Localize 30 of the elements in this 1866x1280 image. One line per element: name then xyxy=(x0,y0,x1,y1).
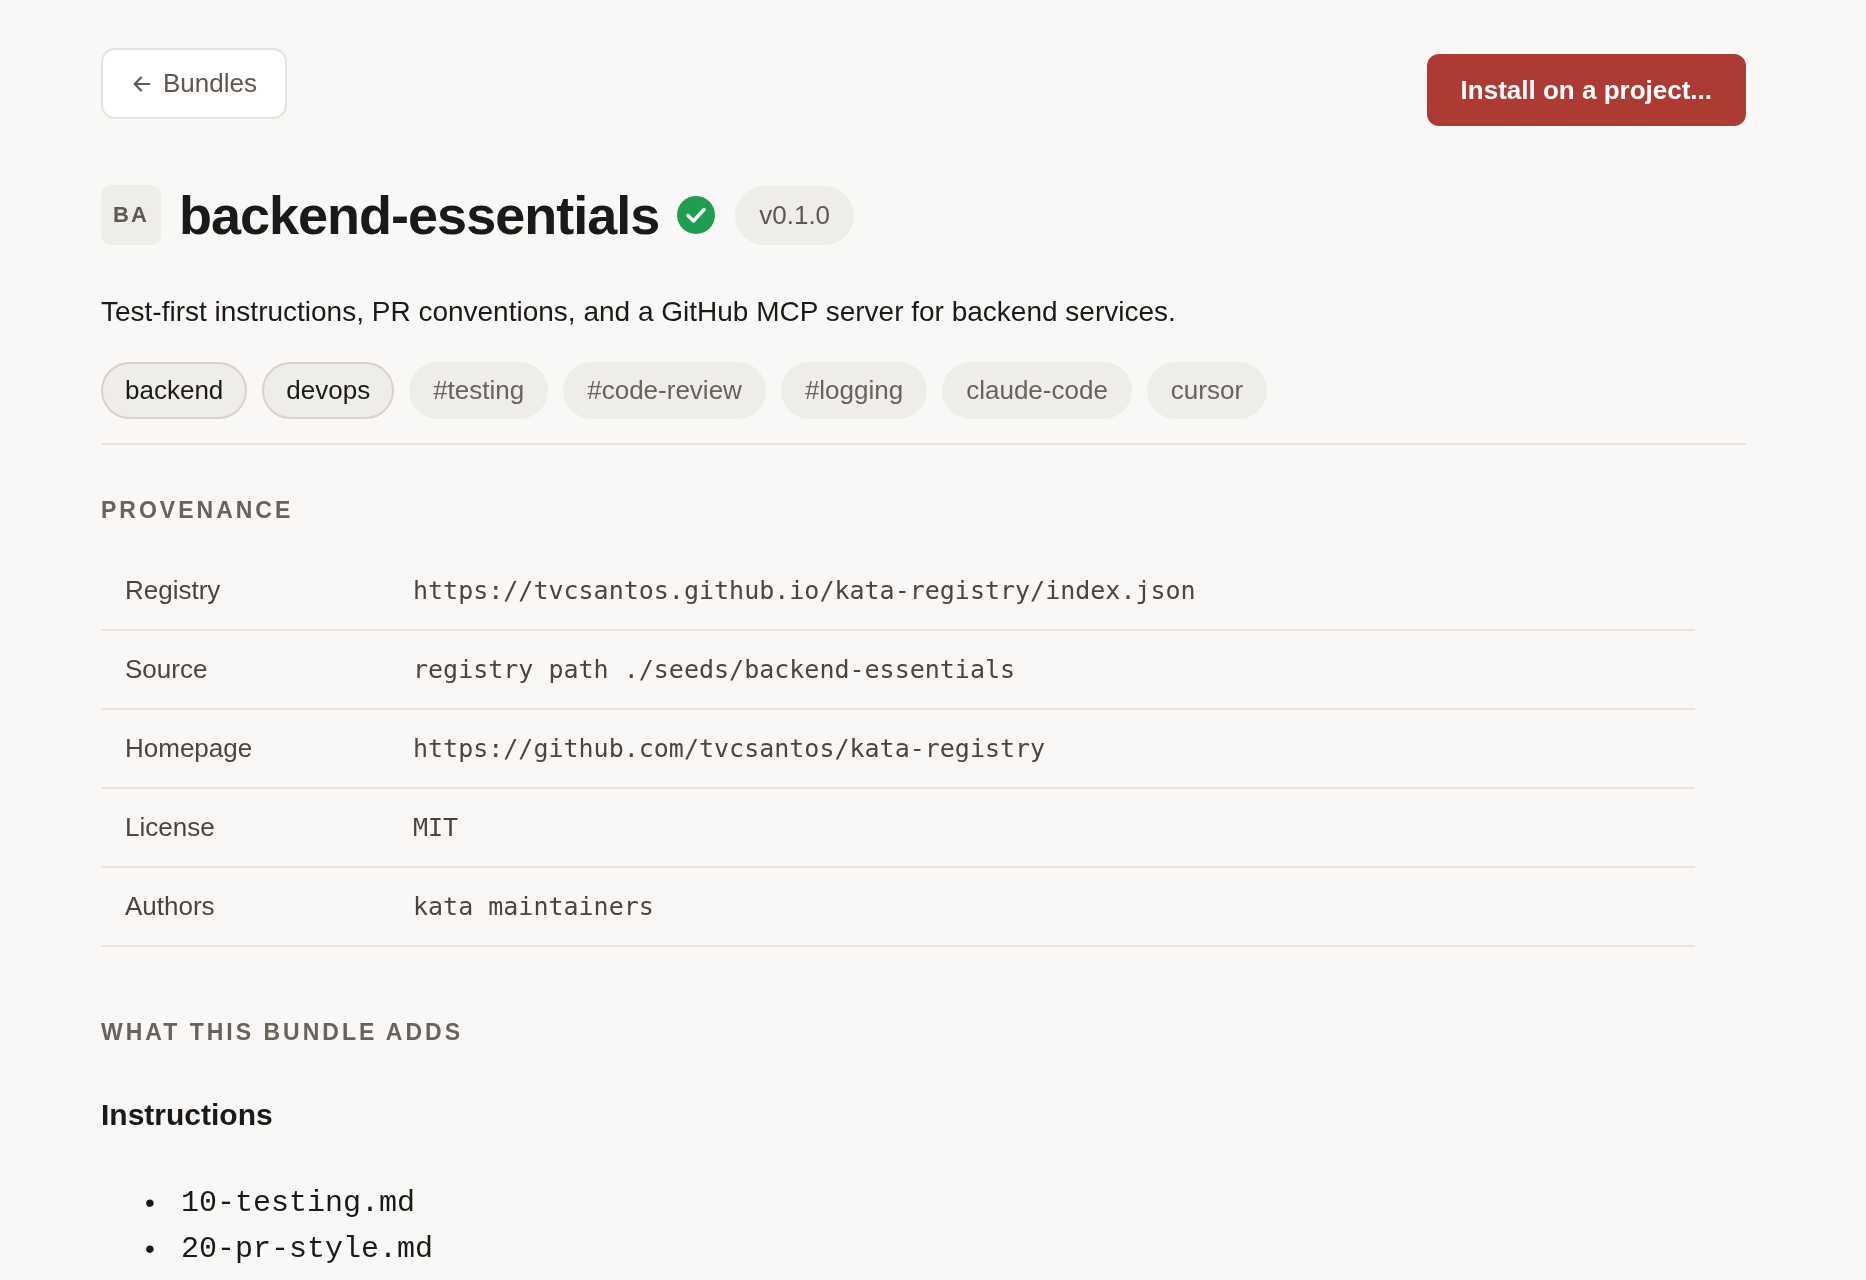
section-heading: WHAT THIS BUNDLE ADDS xyxy=(101,1019,464,1046)
field-value: https://tvcsantos.github.io/kata-registry/index.json xyxy=(413,576,1197,605)
tag-chip[interactable]: #logging xyxy=(780,362,928,419)
field-value: registry path ./seeds/backend-essentials xyxy=(413,655,1017,684)
tag-chip[interactable]: cursor xyxy=(1146,362,1268,419)
file-name: 10-testing.md xyxy=(181,1185,416,1222)
tag-chip[interactable]: #testing xyxy=(409,362,549,419)
install-button[interactable]: Install on a project... xyxy=(1426,54,1746,126)
version-badge: v0.1.0 xyxy=(735,185,855,245)
field-label: Authors xyxy=(125,891,216,922)
field-label: Registry xyxy=(125,575,222,606)
field-value: kata maintainers xyxy=(413,892,655,921)
field-label: Homepage xyxy=(125,733,254,764)
field-label: Source xyxy=(125,654,209,685)
bullet: • xyxy=(145,1232,156,1266)
bullet: • xyxy=(145,1186,156,1220)
bundle-description: Test-first instructions, PR conventions, and a GitHub MCP server for backend services. xyxy=(101,296,1177,328)
subsection-title: Instructions xyxy=(101,1098,274,1132)
file-name: 20-pr-style.md xyxy=(181,1231,434,1268)
back-button[interactable]: Bundles xyxy=(101,48,287,119)
field-value: MIT xyxy=(413,813,460,842)
field-label: License xyxy=(125,812,216,843)
bundle-title: backend-essentials xyxy=(179,184,660,246)
tag-chip[interactable]: #code-review xyxy=(563,362,766,419)
tag-chip[interactable]: claude-code xyxy=(942,362,1132,419)
section-heading: PROVENANCE xyxy=(101,497,295,524)
tag-chip[interactable]: backend xyxy=(101,362,248,419)
bundle-avatar: BA xyxy=(101,185,161,245)
tag-chip[interactable]: devops xyxy=(262,362,395,419)
field-value: https://github.com/tvcsantos/kata-registry xyxy=(413,734,1047,763)
